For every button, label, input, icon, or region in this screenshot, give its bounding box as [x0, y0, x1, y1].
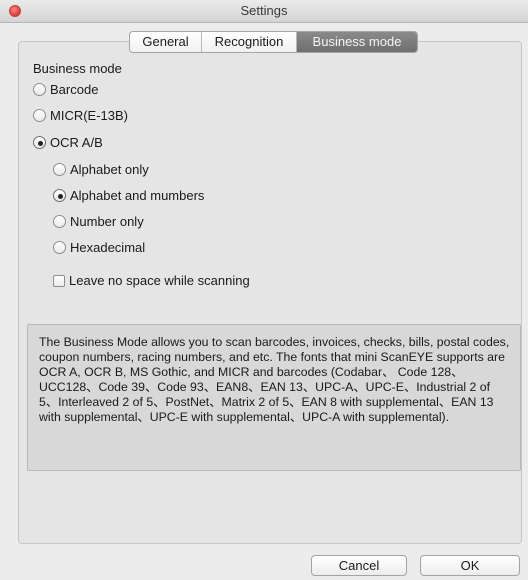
radio-micr-label: MICR(E-13B) [50, 108, 129, 123]
radio-button[interactable] [53, 163, 66, 176]
radio-barcode[interactable]: Barcode [33, 82, 98, 97]
window-title: Settings [240, 3, 288, 18]
radio-ocr-ab[interactable]: OCR A/B [33, 135, 103, 150]
radio-button-selected[interactable] [33, 136, 46, 149]
radio-button[interactable] [33, 109, 46, 122]
radio-number-only-label: Number only [70, 214, 144, 229]
tab-general[interactable]: General [130, 32, 202, 52]
radio-button[interactable] [53, 215, 66, 228]
radio-alphabet-only-label: Alphabet only [70, 162, 149, 177]
radio-barcode-label: Barcode [50, 82, 99, 97]
tab-bar: General Recognition Business mode [129, 31, 418, 53]
radio-ocr-ab-label: OCR A/B [50, 135, 103, 150]
radio-micr[interactable]: MICR(E-13B) [33, 108, 128, 123]
radio-alphabet-only[interactable]: Alphabet only [53, 162, 149, 177]
radio-hexadecimal-label: Hexadecimal [70, 240, 146, 255]
tab-recognition[interactable]: Recognition [202, 32, 297, 52]
cancel-button[interactable]: Cancel [311, 555, 407, 576]
title-bar: Settings [0, 0, 528, 23]
leave-no-space-label: Leave no space while scanning [69, 273, 250, 288]
radio-button[interactable] [33, 83, 46, 96]
radio-hexadecimal[interactable]: Hexadecimal [53, 240, 145, 255]
business-mode-description: The Business Mode allows you to scan bar… [27, 324, 521, 471]
radio-alphabet-and-numbers-label: Alphabet and mumbers [70, 188, 205, 203]
leave-no-space-checkbox[interactable] [53, 274, 65, 287]
tab-business-mode[interactable]: Business mode [297, 32, 417, 52]
radio-button[interactable] [53, 241, 66, 254]
leave-no-space-checkbox-row[interactable]: Leave no space while scanning [53, 273, 250, 288]
ok-button[interactable]: OK [420, 555, 520, 576]
radio-button-selected[interactable] [53, 189, 66, 202]
radio-number-only[interactable]: Number only [53, 214, 144, 229]
business-mode-heading: Business mode [33, 61, 122, 76]
radio-alphabet-and-numbers[interactable]: Alphabet and mumbers [53, 188, 204, 203]
